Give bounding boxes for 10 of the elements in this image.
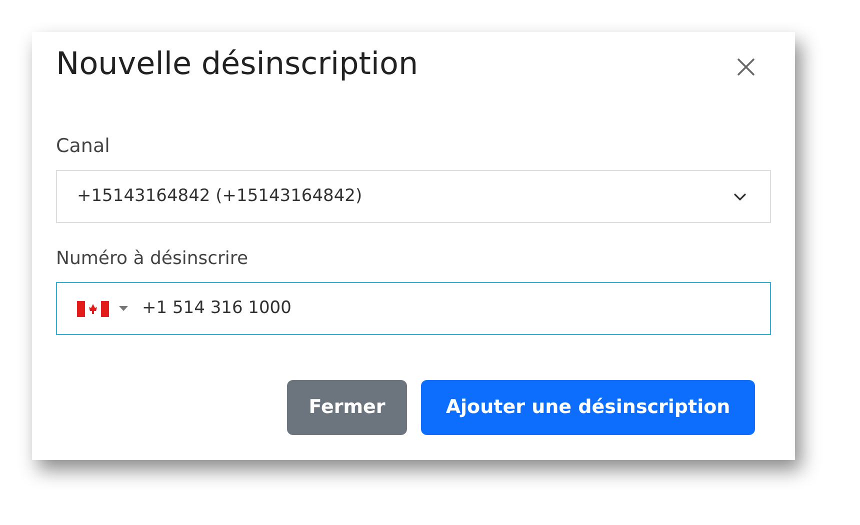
phone-number: +1 514 316 1000: [142, 296, 292, 320]
add-button[interactable]: Ajouter une désinscription: [421, 380, 755, 435]
field-label: Numéro à désinscrire: [56, 247, 250, 271]
phone-field[interactable]: +1 514 316 1000: [56, 282, 771, 335]
dialog-title: Nouvelle désinscription: [56, 45, 418, 84]
flag-icon: [77, 300, 109, 316]
close-dialog-button[interactable]: Fermer: [287, 380, 407, 435]
channel-select[interactable]: +15143164842 (+15143164842): [56, 170, 771, 223]
field-label: Canal: [56, 134, 111, 158]
caret-icon[interactable]: [119, 306, 128, 311]
